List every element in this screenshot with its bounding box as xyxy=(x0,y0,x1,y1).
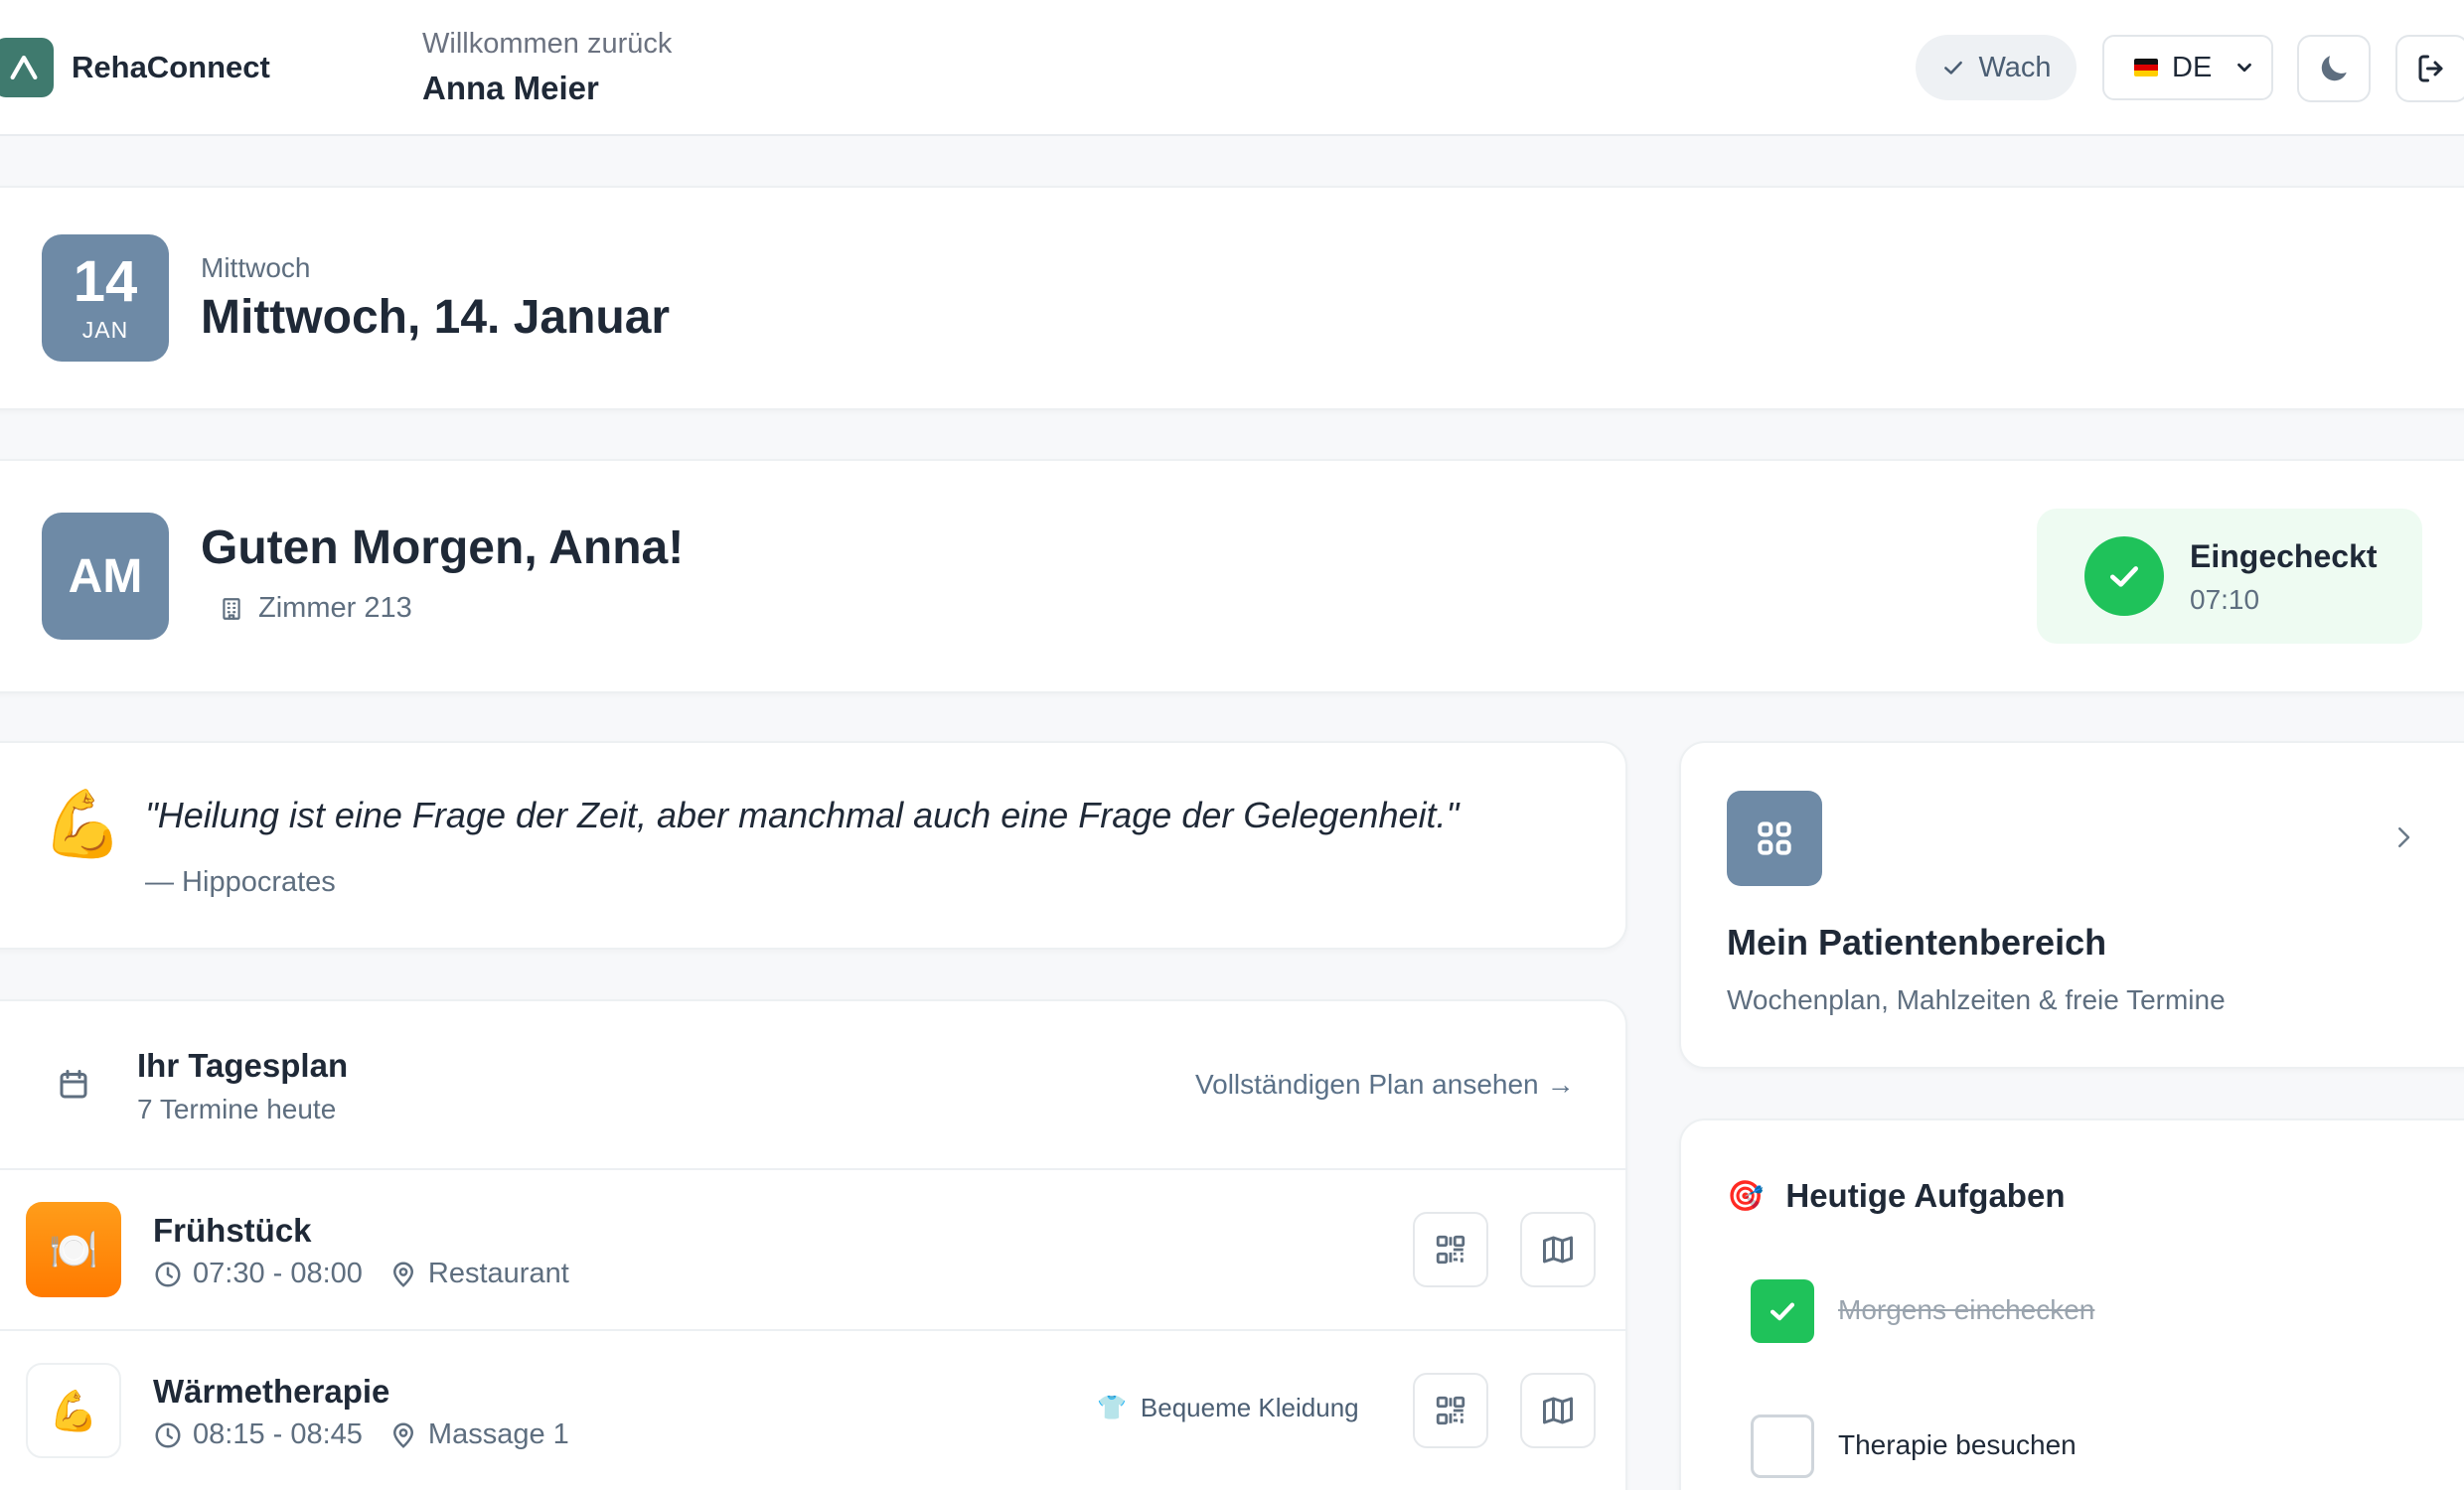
room-label: Zimmer 213 xyxy=(258,592,412,624)
qr-code-button[interactable] xyxy=(1413,1373,1488,1448)
quote-author: — Hippocrates xyxy=(145,866,336,898)
calendar-icon xyxy=(56,1067,91,1103)
date-month: JAN xyxy=(81,316,129,343)
room-info: Zimmer 213 xyxy=(219,592,412,625)
patient-portal-subtitle: Wochenplan, Mahlzeiten & freie Termine xyxy=(1727,984,2226,1015)
task-label[interactable]: Morgens einchecken xyxy=(1838,1294,2094,1326)
map-button[interactable] xyxy=(1520,1373,1596,1448)
qr-code-button[interactable] xyxy=(1413,1212,1488,1287)
logout-icon xyxy=(2414,51,2450,86)
appointment-note: 👕 Bequeme Kleidung xyxy=(1097,1393,1359,1423)
task-checkbox[interactable] xyxy=(1751,1415,1814,1478)
check-icon xyxy=(1940,55,1966,80)
location-pin-icon xyxy=(388,1420,418,1450)
building-icon xyxy=(219,595,244,623)
appointment-count: 7 Termine heute xyxy=(137,1094,337,1124)
brand-name[interactable]: RehaConnect xyxy=(72,50,270,85)
date-badge: 14 JAN xyxy=(42,234,169,362)
appointment-note-label: Bequeme Kleidung xyxy=(1140,1393,1359,1422)
user-name: Anna Meier xyxy=(422,70,599,106)
patient-portal-title: Mein Patientenbereich xyxy=(1727,922,2107,963)
full-date-heading: Mittwoch, 14. Januar xyxy=(201,291,671,344)
map-icon xyxy=(1540,1232,1576,1267)
weekday-label: Mittwoch xyxy=(201,252,311,283)
chevron-down-icon xyxy=(2233,57,2255,78)
arrow-right-icon: → xyxy=(1546,1069,1575,1100)
appointment-location: Restaurant xyxy=(427,1258,569,1289)
map-icon xyxy=(1540,1393,1576,1428)
chevron-right-icon[interactable] xyxy=(2388,822,2418,852)
clock-icon xyxy=(153,1260,183,1289)
greeting-heading: Guten Morgen, Anna! xyxy=(201,522,685,574)
app-logo-icon[interactable] xyxy=(0,38,54,97)
divider xyxy=(0,1168,1627,1170)
awake-status-label: Wach xyxy=(1978,51,2052,83)
view-full-plan-label: Vollständigen Plan ansehen xyxy=(1195,1069,1539,1100)
clock-icon xyxy=(153,1420,183,1450)
welcome-label: Willkommen zurück xyxy=(422,28,673,60)
awake-status-button[interactable]: Wach xyxy=(1916,35,2077,100)
checkmark-icon xyxy=(2084,536,2164,616)
top-header: RehaConnect Willkommen zurück Anna Meier… xyxy=(0,0,2464,136)
german-flag-icon xyxy=(2134,59,2158,76)
appointment-meta: 08:15 - 08:45 Massage 1 xyxy=(153,1418,595,1451)
task-checkbox[interactable] xyxy=(1751,1279,1814,1343)
map-button[interactable] xyxy=(1520,1212,1596,1287)
appointment-time: 07:30 - 08:00 xyxy=(193,1258,363,1289)
tasks-heading: 🎯 Heutige Aufgaben xyxy=(1727,1177,2065,1215)
view-full-plan-link[interactable]: Vollständigen Plan ansehen → xyxy=(1195,1069,1575,1101)
appointment-title: Frühstück xyxy=(153,1212,312,1249)
grid-icon xyxy=(1727,791,1822,886)
checkin-title: Eingecheckt xyxy=(2190,538,2378,574)
appointment-meta: 07:30 - 08:00 Restaurant xyxy=(153,1258,595,1290)
qr-code-icon xyxy=(1434,1233,1467,1266)
checkin-time: 07:10 xyxy=(2190,584,2260,615)
logout-button[interactable] xyxy=(2395,35,2464,102)
quote-card xyxy=(0,741,1627,950)
checkmark-icon xyxy=(1766,1294,1799,1328)
target-icon: 🎯 xyxy=(1727,1179,1765,1213)
appointment-time: 08:15 - 08:45 xyxy=(193,1418,363,1450)
day-plan-title: Ihr Tagesplan xyxy=(137,1047,349,1084)
avatar: AM xyxy=(42,513,169,640)
language-value: DE xyxy=(2172,51,2213,83)
tasks-title: Heutige Aufgaben xyxy=(1785,1177,2066,1214)
date-day: 14 xyxy=(73,248,138,314)
plate-icon: 🍽️ xyxy=(26,1202,121,1297)
qr-code-icon xyxy=(1434,1394,1467,1427)
appointment-title: Wärmetherapie xyxy=(153,1373,390,1410)
flexed-biceps-icon: 💪 xyxy=(42,787,124,860)
location-pin-icon xyxy=(388,1260,418,1289)
language-select[interactable]: DE xyxy=(2102,35,2273,100)
shirt-icon: 👕 xyxy=(1097,1395,1127,1421)
dark-mode-toggle[interactable] xyxy=(2297,35,2371,102)
divider xyxy=(0,1329,1627,1331)
moon-icon xyxy=(2316,51,2352,86)
task-label[interactable]: Therapie besuchen xyxy=(1838,1429,2077,1461)
appointment-location: Massage 1 xyxy=(427,1418,569,1450)
quote-text: "Heilung ist eine Frage der Zeit, aber m… xyxy=(145,795,1460,835)
flexed-biceps-icon: 💪 xyxy=(26,1363,121,1458)
